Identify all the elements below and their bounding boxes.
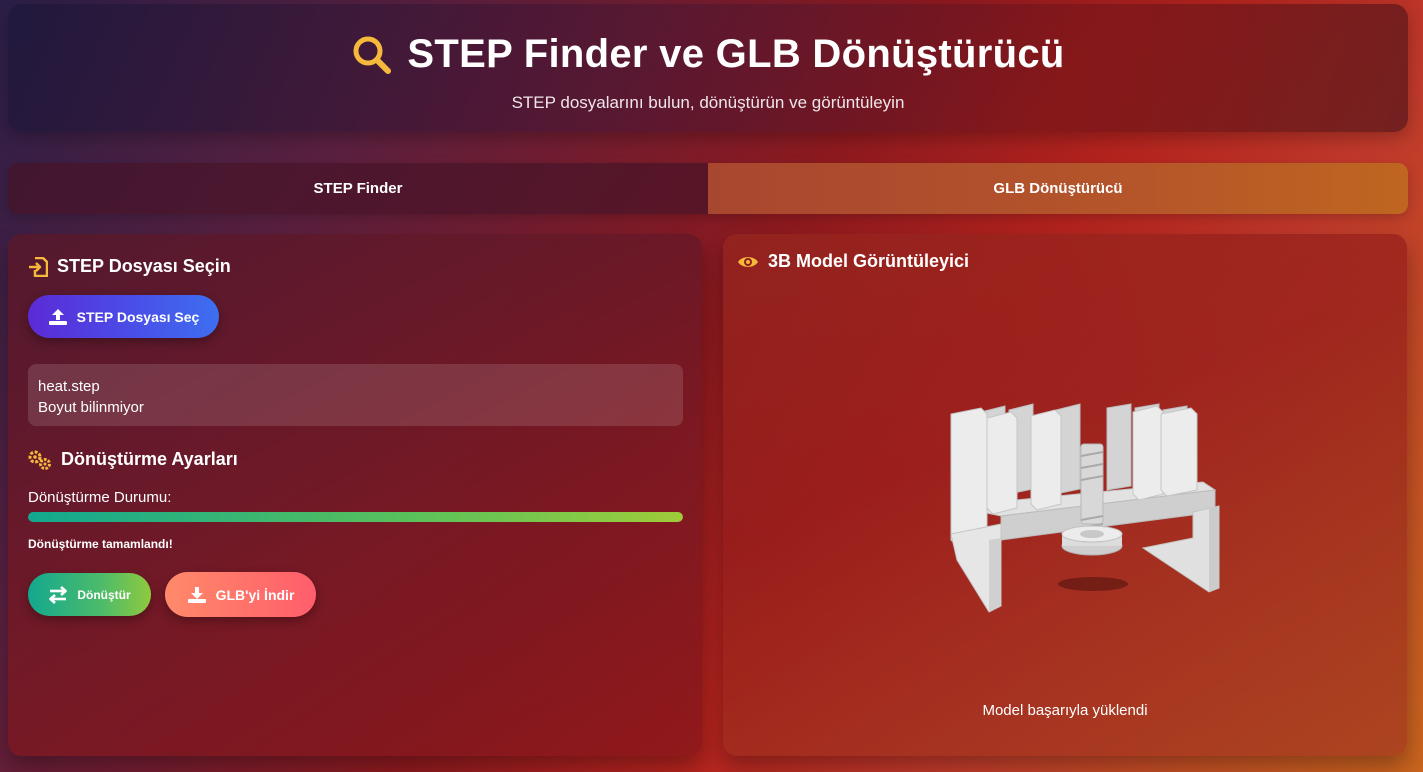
selected-file-info: heat.step Boyut bilinmiyor [28, 364, 683, 426]
download-icon [187, 586, 206, 603]
viewer-title: 3B Model Görüntüleyici [768, 251, 970, 271]
convert-button-label: Dönüştür [77, 587, 131, 602]
heatsink-model [950, 403, 1220, 613]
3d-model-canvas[interactable] [723, 294, 1407, 694]
search-icon [353, 36, 392, 74]
file-section-title: STEP Dosyası Seçin [57, 256, 231, 276]
tab-glb-converter[interactable]: GLB Dönüştürücü [708, 163, 1408, 214]
upload-icon [48, 308, 67, 325]
tab-bar: STEP Finder GLB Dönüştürücü [8, 163, 1408, 214]
conversion-progress-fill [28, 512, 683, 522]
tab-step-finder-label: STEP Finder [313, 180, 403, 197]
select-step-file-label: STEP Dosyası Seç [76, 308, 200, 325]
conversion-status-label: Dönüştürme Durumu: [28, 489, 172, 506]
app-header: STEP Finder ve GLB Dönüştürücü STEP dosy… [8, 4, 1408, 132]
select-step-file-button[interactable]: STEP Dosyası Seç [28, 295, 219, 338]
file-import-icon [29, 256, 48, 277]
download-glb-button[interactable]: GLB'yi İndir [165, 572, 316, 617]
conversion-progress-bar [28, 512, 683, 522]
download-glb-label: GLB'yi İndir [215, 586, 295, 603]
page-subtitle: STEP dosyalarını bulun, dönüştürün ve gö… [511, 93, 905, 112]
gears-icon [28, 450, 51, 470]
file-section-heading: STEP Dosyası Seçin [28, 256, 231, 277]
settings-section-heading: Dönüştürme Ayarları [28, 449, 238, 470]
eye-icon [738, 256, 758, 267]
exchange-icon [49, 585, 68, 604]
file-name: heat.step [38, 378, 100, 395]
page-title: STEP Finder ve GLB Dönüştürücü [407, 32, 1065, 76]
viewer-heading: 3B Model Görüntüleyici [737, 251, 969, 272]
tab-glb-converter-label: GLB Dönüştürücü [993, 180, 1123, 197]
file-size: Boyut bilinmiyor [38, 399, 144, 416]
settings-section-title: Dönüştürme Ayarları [61, 449, 238, 469]
model-viewer-panel: 3B Model Görüntüleyici Model başarıyla y… [723, 234, 1407, 756]
convert-button[interactable]: Dönüştür [28, 573, 151, 616]
title-row: STEP Finder ve GLB Dönüştürücü [8, 32, 1408, 77]
converter-panel: STEP Dosyası Seçin STEP Dosyası Seç heat… [8, 234, 702, 756]
tab-step-finder[interactable]: STEP Finder [8, 163, 708, 214]
model-load-status: Model başarıyla yüklendi [982, 702, 1148, 719]
conversion-status-message: Dönüştürme tamamlandı! [28, 537, 173, 551]
